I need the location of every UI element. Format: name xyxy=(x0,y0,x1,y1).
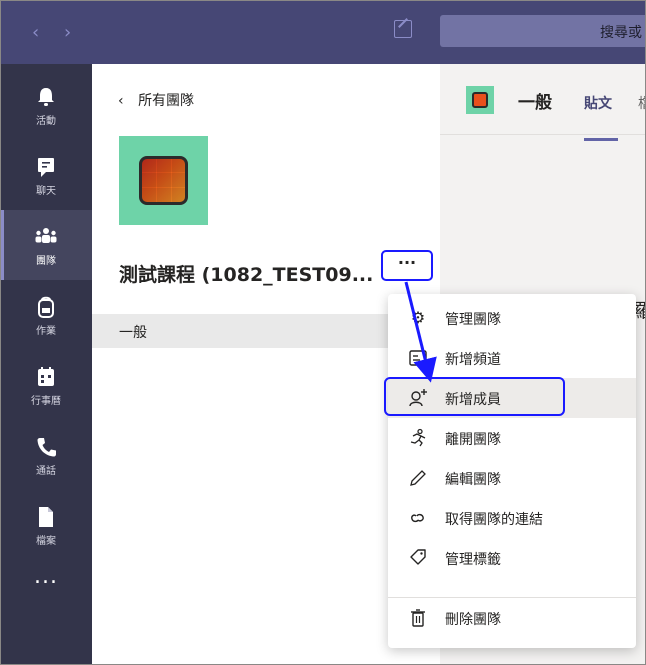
teams-icon xyxy=(35,228,57,243)
top-bar: ‹ › 搜尋或 xyxy=(0,0,646,64)
menu-item-manage-team[interactable]: ⚙ 管理團隊 xyxy=(388,298,636,338)
rail-label: 活動 xyxy=(36,116,56,127)
tag-icon xyxy=(410,549,426,565)
menu-item-leave-team[interactable]: 離開團隊 xyxy=(388,418,636,458)
team-name: 測試課程 (1082_TEST09... xyxy=(119,264,374,286)
channel-header: 一般 貼文 檔 xyxy=(440,64,646,141)
compose-icon[interactable] xyxy=(394,20,412,38)
menu-item-label: 管理團隊 xyxy=(445,312,501,328)
rail-item-calendar[interactable]: 行事曆 xyxy=(0,350,92,420)
app-rail: 活動 聊天 團隊 作業 行事曆 通話 檔案 ... xyxy=(0,64,92,665)
menu-item-label: 新增頻道 xyxy=(445,352,501,368)
menu-item-label: 離開團隊 xyxy=(445,432,501,448)
tab-posts[interactable]: 貼文 xyxy=(584,93,612,113)
chat-icon xyxy=(38,158,54,177)
leave-icon xyxy=(410,428,426,447)
trash-icon xyxy=(411,609,425,627)
gear-icon: ⚙ xyxy=(410,308,426,327)
rail-label: 行事曆 xyxy=(31,396,61,407)
rail-item-calls[interactable]: 通話 xyxy=(0,420,92,490)
channel-label: 一般 xyxy=(119,325,147,341)
more-apps-button[interactable]: ... xyxy=(0,564,92,589)
team-logo-icon xyxy=(139,156,188,205)
more-options-button[interactable]: ··· xyxy=(381,250,433,281)
tab-files[interactable]: 檔 xyxy=(638,93,646,113)
rail-label: 聊天 xyxy=(36,186,56,197)
file-icon xyxy=(39,507,53,527)
team-context-menu: ⚙ 管理團隊 新增頻道 新增成員 離開團隊 編輯團隊 取得團隊的連結 管理標籤 … xyxy=(388,294,636,648)
bell-icon xyxy=(38,88,54,106)
back-label: 所有團隊 xyxy=(138,93,195,109)
team-avatar xyxy=(119,136,208,225)
link-icon xyxy=(411,513,424,523)
add-channel-icon xyxy=(409,350,427,366)
annotation-highlight-box xyxy=(384,377,565,416)
menu-item-manage-tags[interactable]: 管理標籤 xyxy=(388,538,636,578)
channel-team-avatar xyxy=(466,86,494,114)
team-logo-icon xyxy=(472,92,488,108)
rail-item-files[interactable]: 檔案 xyxy=(0,490,92,560)
phone-icon xyxy=(37,438,56,457)
menu-item-add-channel[interactable]: 新增頻道 xyxy=(388,338,636,378)
menu-item-get-link[interactable]: 取得團隊的連結 xyxy=(388,498,636,538)
rail-item-chat[interactable]: 聊天 xyxy=(0,140,92,210)
calendar-icon xyxy=(38,367,54,386)
menu-item-label: 管理標籤 xyxy=(445,552,501,568)
back-nav-icon[interactable]: ‹ xyxy=(32,22,39,43)
menu-item-label: 取得團隊的連結 xyxy=(445,512,543,528)
rail-item-activity[interactable]: 活動 xyxy=(0,70,92,140)
channel-title: 一般 xyxy=(518,93,552,113)
menu-item-delete-team[interactable]: 刪除團隊 xyxy=(388,598,636,638)
rail-label: 通話 xyxy=(36,466,56,477)
search-input[interactable]: 搜尋或 xyxy=(440,15,646,47)
menu-item-label: 編輯團隊 xyxy=(445,472,501,488)
backpack-icon xyxy=(38,296,54,318)
rail-item-teams[interactable]: 團隊 xyxy=(0,210,92,280)
forward-nav-icon[interactable]: › xyxy=(64,22,71,43)
rail-label: 團隊 xyxy=(36,256,56,267)
active-tab-indicator xyxy=(584,138,618,141)
rail-item-assignments[interactable]: 作業 xyxy=(0,280,92,350)
menu-item-label: 刪除團隊 xyxy=(445,612,501,628)
search-placeholder: 搜尋或 xyxy=(600,25,642,41)
rail-label: 作業 xyxy=(36,326,56,337)
menu-item-edit-team[interactable]: 編輯團隊 xyxy=(388,458,636,498)
rail-label: 檔案 xyxy=(36,536,56,547)
chevron-left-icon: ‹ xyxy=(118,93,124,109)
pencil-icon xyxy=(410,470,426,486)
all-teams-link[interactable]: ‹ 所有團隊 xyxy=(118,90,194,110)
